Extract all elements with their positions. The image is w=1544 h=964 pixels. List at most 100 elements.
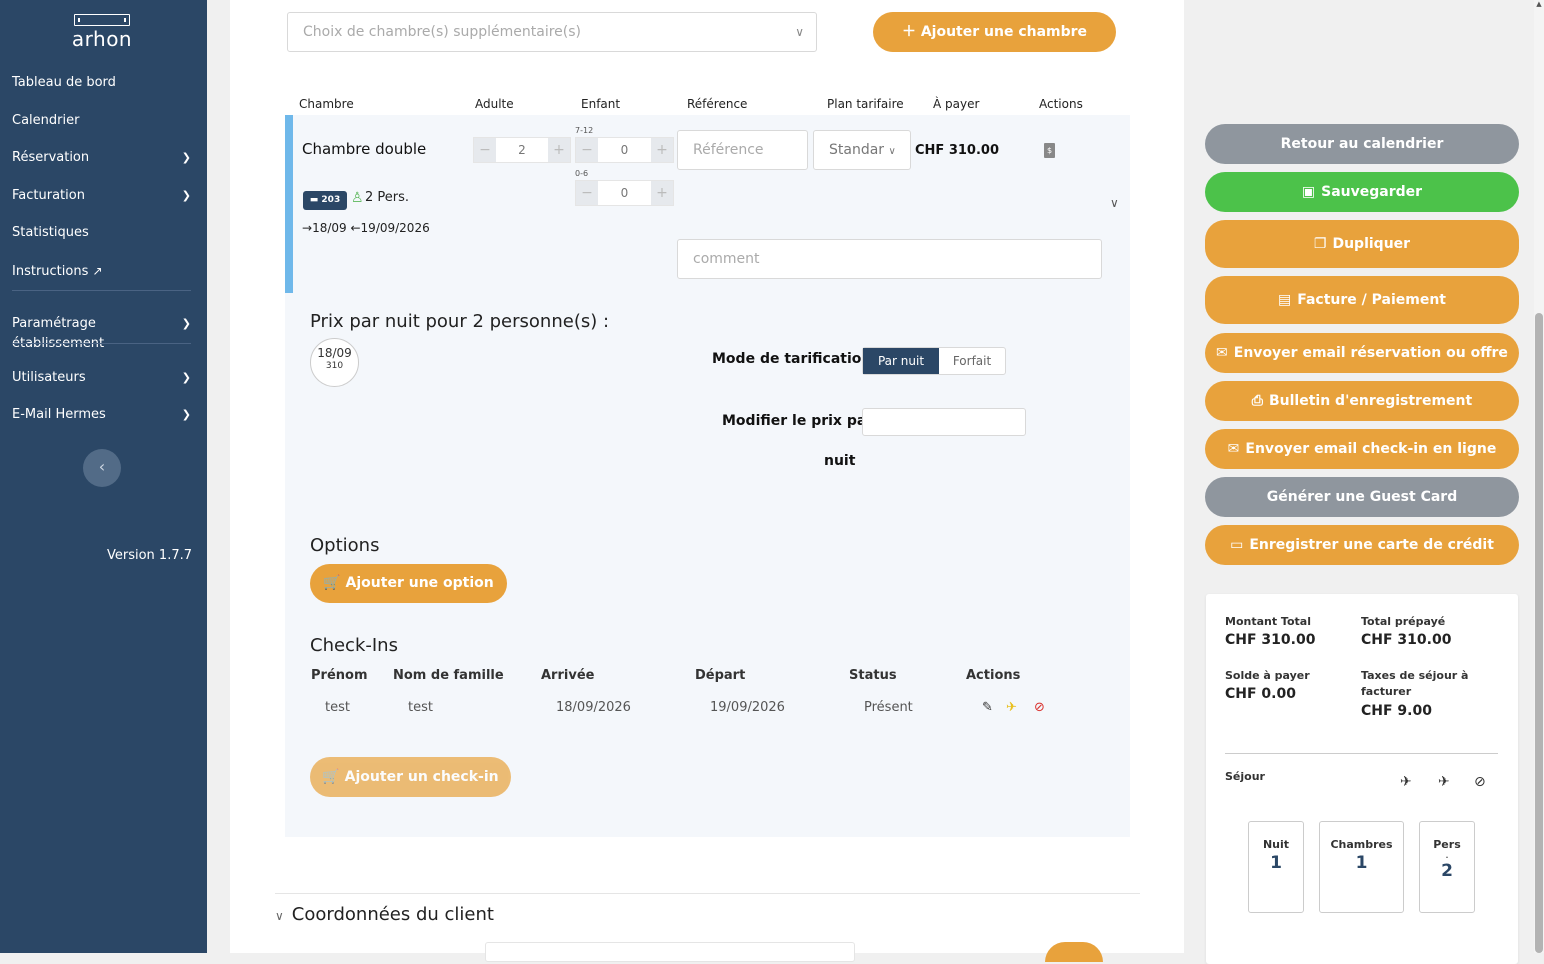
minus-icon[interactable]: − xyxy=(576,138,598,162)
modify-price-input[interactable] xyxy=(862,408,1026,436)
rate-plan-value: Standar xyxy=(829,142,885,158)
prepaid-value: CHF 310.00 xyxy=(1361,632,1452,648)
guest-card-label: Générer une Guest Card xyxy=(1266,489,1458,505)
persons-icon: ♙ xyxy=(351,190,364,206)
additional-rooms-select[interactable]: Choix de chambre(s) supplémentaire(s) ∨ xyxy=(287,12,817,52)
sidebar-item-reservation[interactable]: Réservation ❯ xyxy=(12,148,191,168)
checkin-last-name: test xyxy=(408,700,433,715)
add-option-button[interactable]: 🛒 Ajouter une option xyxy=(310,564,507,603)
client-action-button[interactable] xyxy=(1045,942,1103,962)
stay-dates: →18/09 ←19/09/2026 xyxy=(302,221,430,235)
minus-icon[interactable]: − xyxy=(474,138,496,162)
credit-card-icon: ▭ xyxy=(1230,537,1244,553)
arrow-right-icon: → xyxy=(302,221,313,235)
client-search-input[interactable] xyxy=(485,942,855,962)
adults-stepper[interactable]: − 2 + xyxy=(473,137,571,163)
flat-rate-option[interactable]: Forfait xyxy=(939,348,1005,374)
checkin-first-name: test xyxy=(325,700,350,715)
checkins-heading: Check-Ins xyxy=(310,635,398,656)
invoice-label: Facture / Paiement xyxy=(1297,292,1446,308)
plus-icon[interactable]: + xyxy=(548,138,570,162)
sidebar-item-settings[interactable]: Paramétrage établissement ❯ xyxy=(12,314,191,351)
chevron-down-icon: ∨ xyxy=(795,25,804,39)
plane-departure-icon[interactable]: ✈ xyxy=(1006,700,1017,715)
guest-card-button[interactable]: Générer une Guest Card xyxy=(1205,477,1519,517)
scrollbar-thumb[interactable] xyxy=(1535,313,1543,953)
add-checkin-button[interactable]: 🛒 Ajouter un check-in xyxy=(310,757,511,797)
select-placeholder: Choix de chambre(s) supplémentaire(s) xyxy=(303,24,581,40)
client-section-heading: Coordonnées du client xyxy=(291,904,494,925)
sidebar-item-email-hermes[interactable]: E-Mail Hermes ❯ xyxy=(12,405,191,425)
column-header-actions: Actions xyxy=(1039,97,1083,111)
invoice-payment-button[interactable]: ▤ Facture / Paiement xyxy=(1205,276,1519,324)
nights-value: 1 xyxy=(1270,853,1282,873)
edit-icon[interactable]: ✎ xyxy=(982,700,993,715)
checkin-email-label: Envoyer email check-in en ligne xyxy=(1245,441,1497,457)
pricing-mode-label: Mode de tarification xyxy=(712,351,872,367)
tax-label-2: facturer xyxy=(1361,685,1412,698)
ban-icon[interactable]: ⊘ xyxy=(1034,700,1045,715)
sidebar-item-users[interactable]: Utilisateurs ❯ xyxy=(12,368,191,388)
save-button[interactable]: ▣ Sauvegarder xyxy=(1205,172,1519,212)
send-checkin-email-button[interactable]: ✉ Envoyer email check-in en ligne xyxy=(1205,429,1519,469)
sidebar-item-label: Tableau de bord xyxy=(12,75,116,90)
sidebar-item-instructions[interactable]: Instructions ↗ xyxy=(12,261,191,281)
checkin-status: Présent xyxy=(864,700,913,715)
children-stepper-0-6[interactable]: − 0 + xyxy=(575,180,674,206)
save-icon: ▣ xyxy=(1301,184,1316,200)
balance-label: Solde à payer xyxy=(1225,669,1310,682)
sidebar-item-statistics[interactable]: Statistiques xyxy=(12,223,191,243)
sidebar-item-label: Facturation xyxy=(12,188,85,203)
pricing-mode-toggle: Par nuit Forfait xyxy=(862,347,1006,375)
arrow-left-icon: ← xyxy=(350,221,361,235)
modify-price-label-2: nuit xyxy=(824,453,856,469)
add-room-label: Ajouter une chambre xyxy=(920,24,1088,40)
rooms-label: Chambres xyxy=(1330,838,1393,851)
plus-icon[interactable]: + xyxy=(651,181,673,205)
scroll-up-icon[interactable]: ▲ xyxy=(1535,0,1543,8)
logo-text: arhon xyxy=(71,27,133,51)
children-stepper-7-12[interactable]: − 0 + xyxy=(575,137,674,163)
send-reservation-email-button[interactable]: ✉ Envoyer email réservation ou offre xyxy=(1205,333,1519,373)
tax-value: CHF 9.00 xyxy=(1361,703,1432,719)
client-section-toggle[interactable]: ∨ Coordonnées du client xyxy=(275,904,494,925)
plus-icon[interactable]: + xyxy=(651,138,673,162)
chevron-down-icon: ❯ xyxy=(181,151,191,164)
print-icon: ⎙ xyxy=(1251,393,1263,409)
collapse-sidebar-button[interactable]: ‹ xyxy=(83,449,121,487)
balance-value: CHF 0.00 xyxy=(1225,686,1296,702)
logo[interactable]: arhon xyxy=(70,14,134,51)
night-price-circle[interactable]: 18/09 310 xyxy=(310,338,359,387)
ban-icon[interactable]: ⊘ xyxy=(1474,774,1486,790)
envelope-icon: ✉ xyxy=(1227,441,1240,457)
children-value: 0 xyxy=(620,186,629,200)
sidebar-item-dashboard[interactable]: Tableau de bord xyxy=(12,73,191,93)
duplicate-button[interactable]: ❐ Dupliquer xyxy=(1205,220,1519,268)
comment-input[interactable]: comment xyxy=(677,239,1102,279)
chevron-down-icon: ❯ xyxy=(181,317,191,330)
registration-form-button[interactable]: ⎙ Bulletin d'enregistrement xyxy=(1205,381,1519,421)
invoice-doc-icon[interactable]: $ xyxy=(1044,143,1055,158)
scrollbar[interactable]: ▲ xyxy=(1534,0,1544,953)
rooms-value: 1 xyxy=(1355,853,1368,873)
prepaid-label: Total prépayé xyxy=(1361,615,1446,628)
version-label: Version 1.7.7 xyxy=(106,548,192,563)
credit-card-label: Enregistrer une carte de crédit xyxy=(1249,537,1494,553)
chevron-down-icon[interactable]: ∨ xyxy=(1110,196,1119,210)
plane-arrival-icon[interactable]: ✈ xyxy=(1400,774,1412,790)
rate-plan-select[interactable]: Standar ∨ xyxy=(813,130,911,170)
per-night-option[interactable]: Par nuit xyxy=(863,348,939,374)
chevron-down-icon: ❯ xyxy=(181,371,191,384)
minus-icon[interactable]: − xyxy=(576,181,598,205)
reference-input[interactable]: Référence xyxy=(677,130,808,170)
plane-departure-icon[interactable]: ✈ xyxy=(1438,774,1450,790)
total-value: CHF 310.00 xyxy=(1225,632,1316,648)
add-room-button[interactable]: ＋ Ajouter une chambre xyxy=(873,12,1116,52)
column-header-adult: Adulte xyxy=(475,97,514,111)
checkin-header-actions: Actions xyxy=(966,668,1021,683)
back-to-calendar-button[interactable]: Retour au calendrier xyxy=(1205,124,1519,164)
save-credit-card-button[interactable]: ▭ Enregistrer une carte de crédit xyxy=(1205,525,1519,565)
sidebar-item-calendar[interactable]: Calendrier xyxy=(12,111,191,131)
sidebar-item-label: Paramétrage établissement xyxy=(12,316,105,351)
sidebar-item-billing[interactable]: Facturation ❯ xyxy=(12,186,191,206)
